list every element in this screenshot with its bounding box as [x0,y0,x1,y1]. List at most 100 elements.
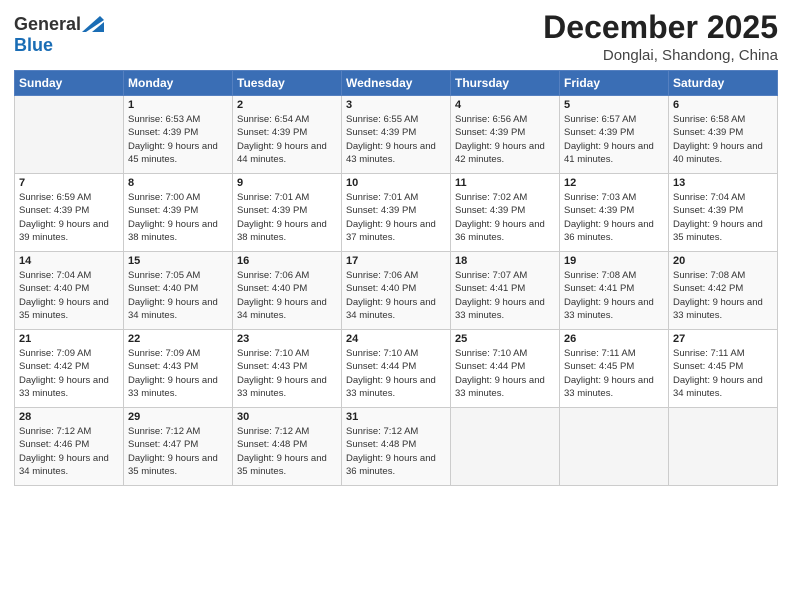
calendar-cell [451,408,560,486]
day-number: 21 [19,333,119,345]
week-row-2: 14Sunrise: 7:04 AMSunset: 4:40 PMDayligh… [15,252,778,330]
day-info: Sunrise: 7:11 AMSunset: 4:45 PMDaylight:… [673,347,773,400]
day-info: Sunrise: 7:01 AMSunset: 4:39 PMDaylight:… [346,191,446,244]
day-info: Sunrise: 7:10 AMSunset: 4:44 PMDaylight:… [455,347,555,400]
calendar-cell: 27 Sunrise: 7:11 AMSunset: 4:45 PMDayligh… [669,330,778,408]
day-info: Sunrise: 7:06 AMSunset: 4:40 PMDaylight:… [346,269,446,322]
day-info: Sunrise: 7:10 AMSunset: 4:44 PMDaylight:… [346,347,446,400]
calendar-cell: 11 Sunrise: 7:02 AMSunset: 4:39 PMDayligh… [451,174,560,252]
calendar-cell: 29 Sunrise: 7:12 AMSunset: 4:47 PMDayligh… [124,408,233,486]
day-info: Sunrise: 6:55 AMSunset: 4:39 PMDaylight:… [346,113,446,166]
day-number: 9 [237,177,337,189]
day-number: 24 [346,333,446,345]
day-info: Sunrise: 6:58 AMSunset: 4:39 PMDaylight:… [673,113,773,166]
calendar-cell: 20Sunrise: 7:08 AMSunset: 4:42 PMDayligh… [669,252,778,330]
calendar-cell: 23Sunrise: 7:10 AMSunset: 4:43 PMDayligh… [233,330,342,408]
calendar-cell: 31Sunrise: 7:12 AMSunset: 4:48 PMDayligh… [342,408,451,486]
col-friday: Friday [560,71,669,96]
calendar-cell: 12Sunrise: 7:03 AMSunset: 4:39 PMDayligh… [560,174,669,252]
day-number: 7 [19,177,119,189]
calendar-cell: 6 Sunrise: 6:58 AMSunset: 4:39 PMDaylight… [669,96,778,174]
calendar-cell [669,408,778,486]
day-info: Sunrise: 7:12 AMSunset: 4:46 PMDaylight:… [19,425,119,478]
calendar-cell: 25 Sunrise: 7:10 AMSunset: 4:44 PMDayligh… [451,330,560,408]
calendar-table: Sunday Monday Tuesday Wednesday Thursday… [14,70,778,486]
col-saturday: Saturday [669,71,778,96]
week-row-3: 21 Sunrise: 7:09 AMSunset: 4:42 PMDayligh… [15,330,778,408]
day-info: Sunrise: 6:56 AMSunset: 4:39 PMDaylight:… [455,113,555,166]
day-info: Sunrise: 7:09 AMSunset: 4:42 PMDaylight:… [19,347,119,400]
day-info: Sunrise: 7:08 AMSunset: 4:41 PMDaylight:… [564,269,664,322]
calendar-cell: 16 Sunrise: 7:06 AMSunset: 4:40 PMDayligh… [233,252,342,330]
day-number: 4 [455,99,555,111]
location: Donglai, Shandong, China [543,47,778,64]
col-thursday: Thursday [451,71,560,96]
day-number: 30 [237,411,337,423]
calendar-cell: 17 Sunrise: 7:06 AMSunset: 4:40 PMDayligh… [342,252,451,330]
calendar-cell: 10Sunrise: 7:01 AMSunset: 4:39 PMDayligh… [342,174,451,252]
day-number: 25 [455,333,555,345]
day-info: Sunrise: 7:11 AMSunset: 4:45 PMDaylight:… [564,347,664,400]
day-number: 1 [128,99,228,111]
day-info: Sunrise: 7:01 AMSunset: 4:39 PMDaylight:… [237,191,337,244]
day-number: 19 [564,255,664,267]
day-info: Sunrise: 7:03 AMSunset: 4:39 PMDaylight:… [564,191,664,244]
title-block: December 2025 Donglai, Shandong, China [543,10,778,64]
day-number: 5 [564,99,664,111]
day-number: 29 [128,411,228,423]
calendar-cell: 22Sunrise: 7:09 AMSunset: 4:43 PMDayligh… [124,330,233,408]
day-info: Sunrise: 6:54 AMSunset: 4:39 PMDaylight:… [237,113,337,166]
day-info: Sunrise: 7:12 AMSunset: 4:47 PMDaylight:… [128,425,228,478]
day-info: Sunrise: 7:09 AMSunset: 4:43 PMDaylight:… [128,347,228,400]
day-number: 31 [346,411,446,423]
calendar-cell: 5 Sunrise: 6:57 AMSunset: 4:39 PMDaylight… [560,96,669,174]
day-number: 3 [346,99,446,111]
day-number: 8 [128,177,228,189]
calendar-container: General Blue December 2025 Donglai, Shan… [0,0,792,612]
logo: General Blue [14,14,104,56]
calendar-cell: 21 Sunrise: 7:09 AMSunset: 4:42 PMDayligh… [15,330,124,408]
day-info: Sunrise: 7:05 AMSunset: 4:40 PMDaylight:… [128,269,228,322]
calendar-cell [560,408,669,486]
day-info: Sunrise: 7:02 AMSunset: 4:39 PMDaylight:… [455,191,555,244]
day-number: 27 [673,333,773,345]
week-row-4: 28 Sunrise: 7:12 AMSunset: 4:46 PMDayligh… [15,408,778,486]
calendar-cell: 14Sunrise: 7:04 AMSunset: 4:40 PMDayligh… [15,252,124,330]
calendar-cell: 1 Sunrise: 6:53 AMSunset: 4:39 PMDaylight… [124,96,233,174]
calendar-cell: 7Sunrise: 6:59 AMSunset: 4:39 PMDaylight… [15,174,124,252]
day-number: 6 [673,99,773,111]
day-number: 28 [19,411,119,423]
day-number: 2 [237,99,337,111]
calendar-cell: 26 Sunrise: 7:11 AMSunset: 4:45 PMDayligh… [560,330,669,408]
day-number: 26 [564,333,664,345]
logo-blue-text: Blue [14,35,53,55]
day-number: 20 [673,255,773,267]
day-number: 11 [455,177,555,189]
logo-icon [82,16,104,32]
day-number: 16 [237,255,337,267]
day-number: 14 [19,255,119,267]
day-number: 18 [455,255,555,267]
day-number: 17 [346,255,446,267]
calendar-cell: 19 Sunrise: 7:08 AMSunset: 4:41 PMDayligh… [560,252,669,330]
calendar-cell: 8 Sunrise: 7:00 AMSunset: 4:39 PMDaylight… [124,174,233,252]
calendar-cell: 28 Sunrise: 7:12 AMSunset: 4:46 PMDayligh… [15,408,124,486]
day-info: Sunrise: 7:00 AMSunset: 4:39 PMDaylight:… [128,191,228,244]
week-row-1: 7Sunrise: 6:59 AMSunset: 4:39 PMDaylight… [15,174,778,252]
day-info: Sunrise: 7:06 AMSunset: 4:40 PMDaylight:… [237,269,337,322]
calendar-cell: 30 Sunrise: 7:12 AMSunset: 4:48 PMDayligh… [233,408,342,486]
day-info: Sunrise: 7:04 AMSunset: 4:39 PMDaylight:… [673,191,773,244]
day-info: Sunrise: 6:53 AMSunset: 4:39 PMDaylight:… [128,113,228,166]
calendar-cell: 15 Sunrise: 7:05 AMSunset: 4:40 PMDayligh… [124,252,233,330]
logo-general-text: General [14,14,81,35]
calendar-cell: 13Sunrise: 7:04 AMSunset: 4:39 PMDayligh… [669,174,778,252]
calendar-cell: 9 Sunrise: 7:01 AMSunset: 4:39 PMDaylight… [233,174,342,252]
day-number: 15 [128,255,228,267]
calendar-cell: 2 Sunrise: 6:54 AMSunset: 4:39 PMDaylight… [233,96,342,174]
col-monday: Monday [124,71,233,96]
day-info: Sunrise: 7:10 AMSunset: 4:43 PMDaylight:… [237,347,337,400]
day-info: Sunrise: 7:12 AMSunset: 4:48 PMDaylight:… [237,425,337,478]
header-row: Sunday Monday Tuesday Wednesday Thursday… [15,71,778,96]
week-row-0: 1 Sunrise: 6:53 AMSunset: 4:39 PMDaylight… [15,96,778,174]
day-info: Sunrise: 6:57 AMSunset: 4:39 PMDaylight:… [564,113,664,166]
